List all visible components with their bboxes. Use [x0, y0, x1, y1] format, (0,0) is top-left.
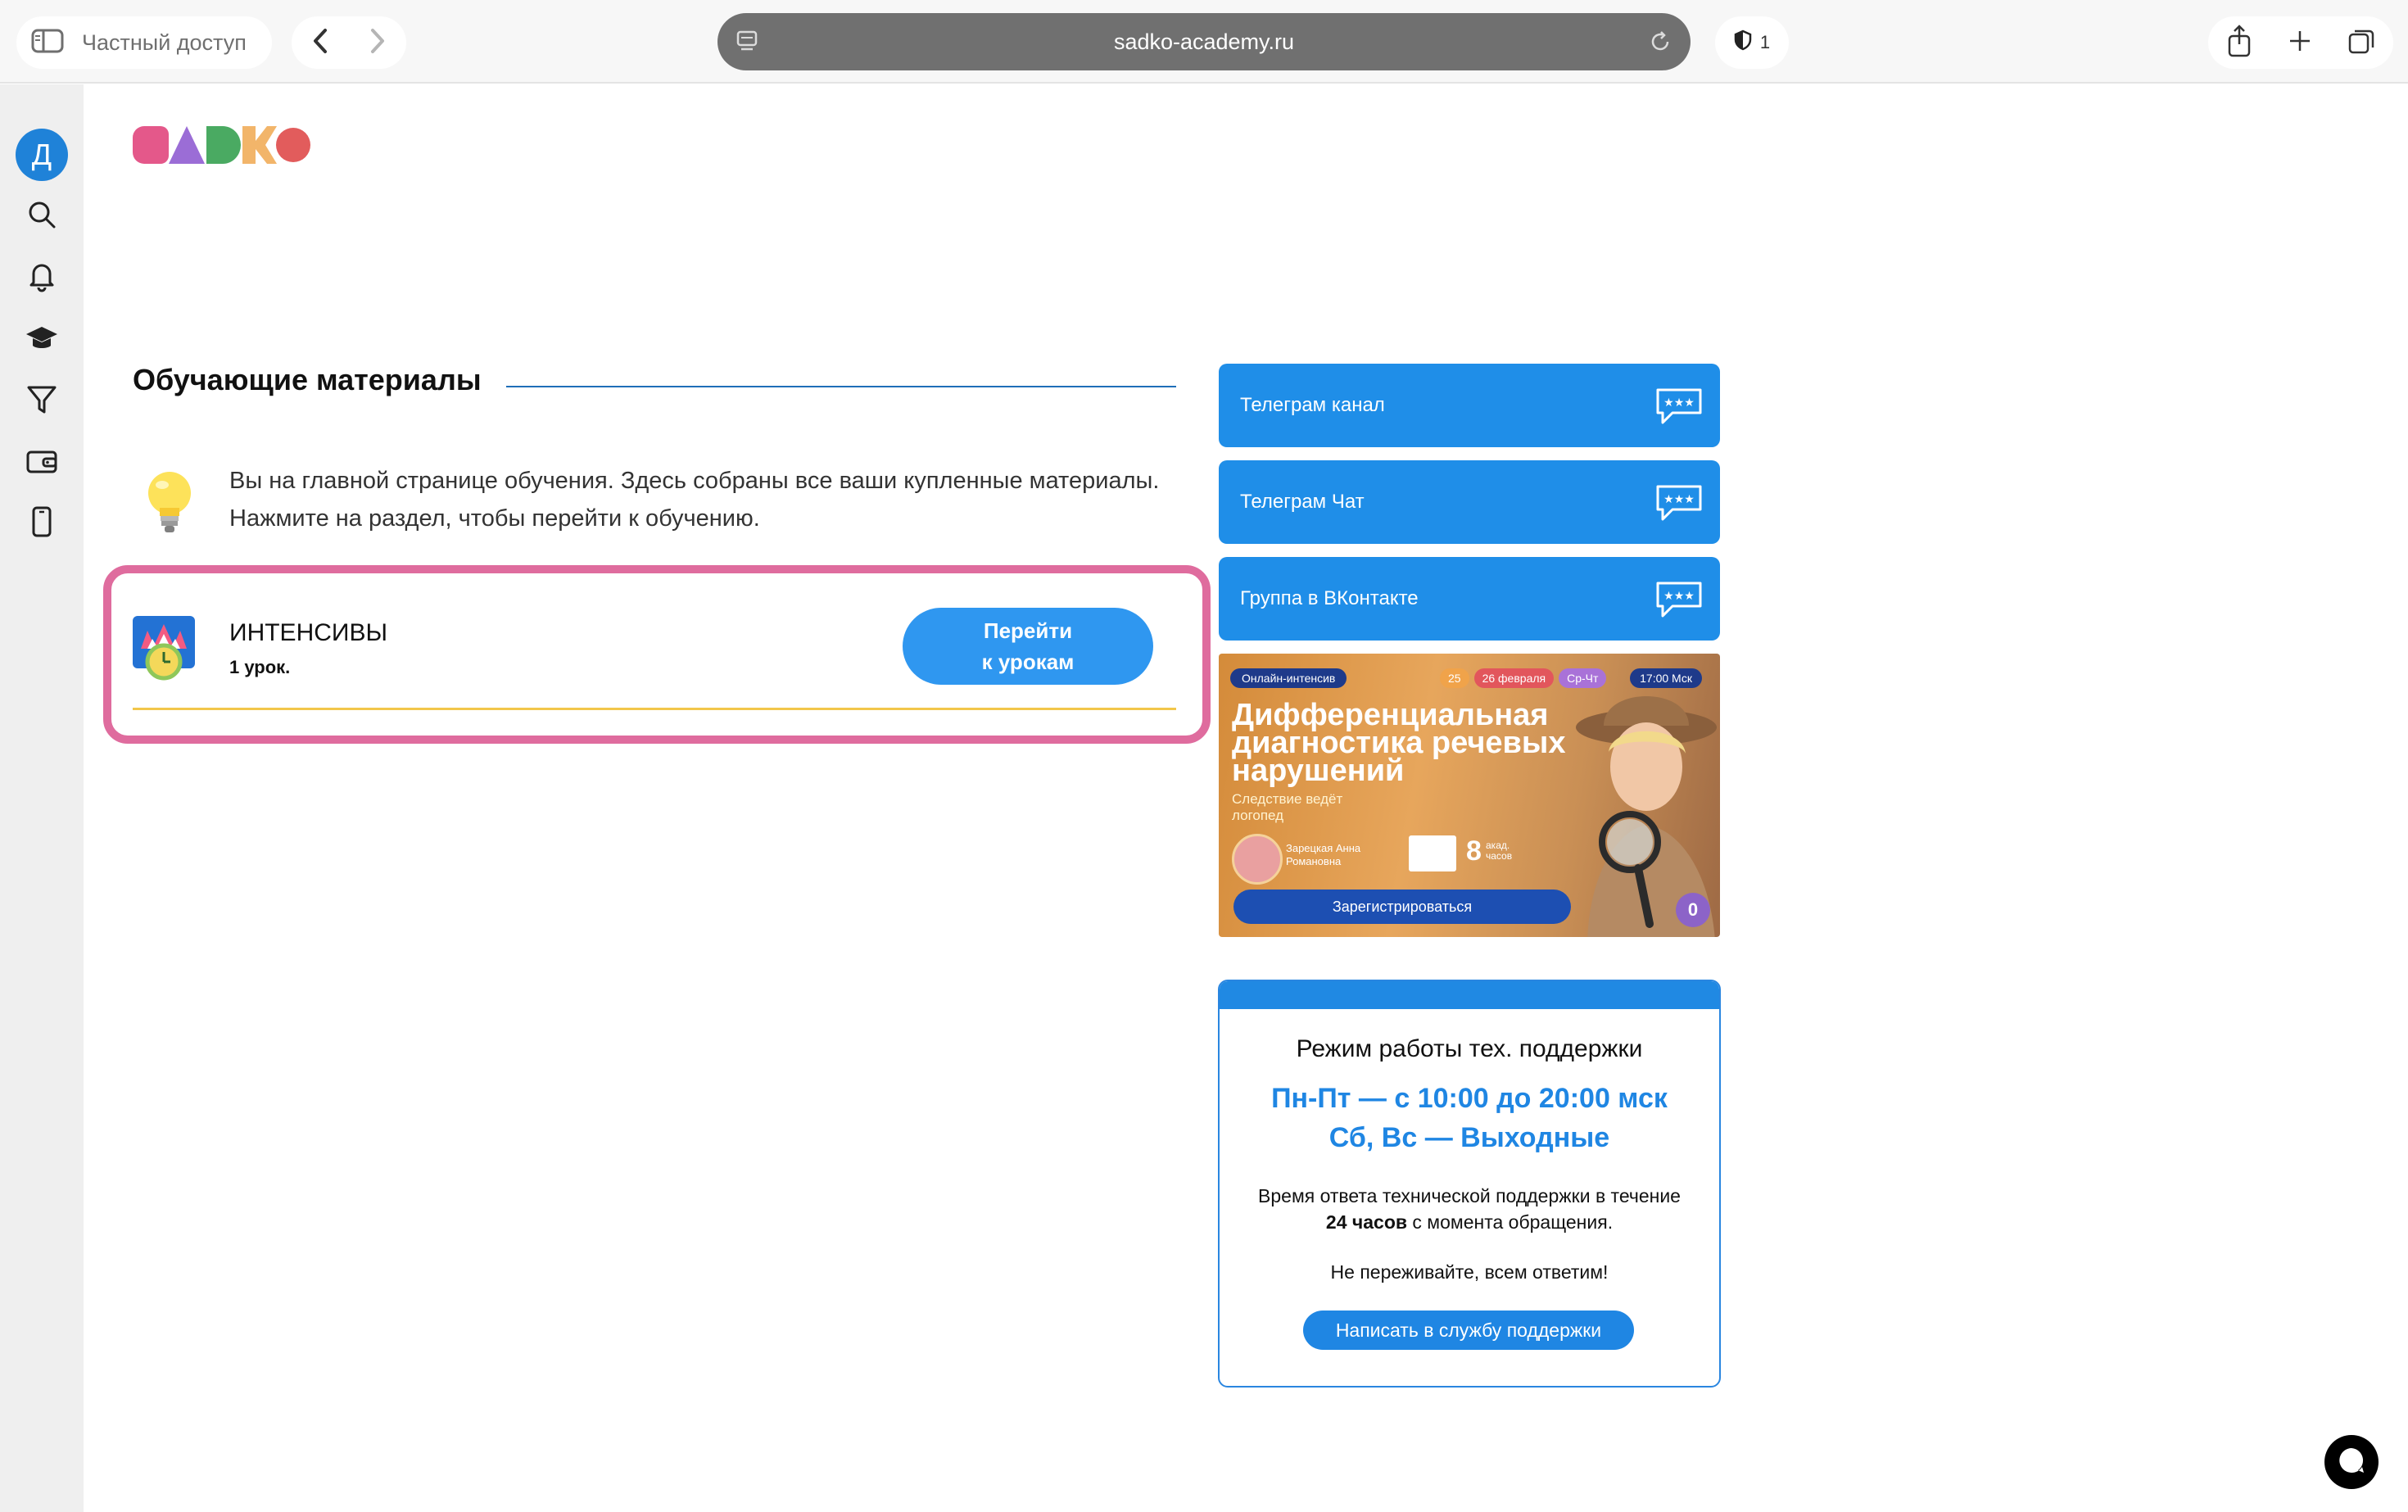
- navigation-buttons: [292, 16, 406, 69]
- phone-icon[interactable]: [21, 501, 62, 542]
- svg-text:★★★: ★★★: [1663, 396, 1695, 410]
- wallet-icon[interactable]: [21, 441, 62, 482]
- intensives-course-icon: [133, 616, 195, 686]
- banner-tag: Онлайн-интенсив: [1230, 668, 1347, 688]
- shield-icon: [1734, 29, 1752, 56]
- page-title: Обучающие материалы: [133, 363, 482, 396]
- title-divider: [506, 386, 1176, 387]
- banner-headline: Дифференциальная диагностика речевых нар…: [1232, 698, 1566, 788]
- banner-date-day2: 26 февраля: [1473, 668, 1555, 688]
- sidebar-toggle-icon: [31, 29, 64, 57]
- forward-icon[interactable]: [368, 27, 387, 59]
- chat-bubble-icon: ★★★: [1654, 387, 1704, 432]
- support-title: Режим работы тех. поддержки: [1296, 1035, 1643, 1062]
- private-mode-label: Частный доступ: [82, 29, 247, 55]
- support-weekday-hours: Пн-Пт — с 10:00 до 20:00 мск: [1271, 1083, 1668, 1114]
- support-hours-card: Режим работы тех. поддержки Пн-Пт — с 10…: [1218, 980, 1721, 1388]
- chat-bubble-icon: ★★★: [1654, 580, 1704, 625]
- response-bold: 24 часов: [1325, 1211, 1408, 1233]
- support-response-text: Время ответа технической поддержки в теч…: [1236, 1183, 1703, 1235]
- url-text: sadko-academy.ru: [1113, 29, 1295, 54]
- banner-hours-label: акад. часов: [1486, 840, 1513, 862]
- bell-icon[interactable]: [21, 256, 62, 297]
- svg-text:★★★: ★★★: [1663, 493, 1695, 506]
- app-sidebar: [0, 84, 84, 1512]
- chat-bubble-icon: ★★★: [1654, 483, 1704, 528]
- social-button-label: Телеграм Чат: [1240, 491, 1365, 513]
- sidebar-toggle-button[interactable]: Частный доступ: [16, 16, 272, 69]
- certificate-icon: [1409, 835, 1456, 871]
- social-button-label: Телеграм канал: [1240, 394, 1385, 416]
- promo-banner[interactable]: Онлайн-интенсив 25 26 февраля Ср-Чт 17:0…: [1219, 654, 1720, 937]
- funnel-icon[interactable]: [21, 379, 62, 420]
- back-icon[interactable]: [310, 27, 330, 59]
- go-button-line1: Перейти: [983, 618, 1073, 643]
- privacy-count: 1: [1759, 32, 1771, 52]
- privacy-report-button[interactable]: 1: [1715, 16, 1789, 69]
- banner-author: Зарецкая Анна Романовна: [1286, 842, 1361, 867]
- telegram-channel-button[interactable]: Телеграм канал ★★★: [1219, 364, 1720, 447]
- telegram-chat-button[interactable]: Телеграм Чат ★★★: [1219, 460, 1720, 544]
- course-title[interactable]: ИНТЕНСИВЫ: [229, 619, 387, 647]
- intro-text: Вы на главной странице обучения. Здесь с…: [229, 468, 1160, 532]
- banner-age-badge: 0: [1676, 893, 1710, 927]
- new-tab-icon[interactable]: [2288, 29, 2312, 57]
- banner-hours-number: 8: [1466, 835, 1482, 867]
- response-pre: Время ответа технической поддержки в теч…: [1258, 1185, 1681, 1206]
- svg-text:★★★: ★★★: [1663, 590, 1695, 603]
- card-divider: [133, 708, 1176, 710]
- support-card-header-bar: [1220, 981, 1719, 1009]
- vkontakte-group-button[interactable]: Группа в ВКонтакте ★★★: [1219, 557, 1720, 641]
- contact-support-button[interactable]: Написать в службу поддержки: [1303, 1311, 1634, 1350]
- tabs-overview-icon[interactable]: [2347, 27, 2375, 59]
- lesson-count: 1 урок.: [229, 657, 291, 677]
- browser-toolbar: Частный доступ sadko-academy.ru 1: [0, 0, 2408, 84]
- address-bar[interactable]: sadko-academy.ru: [717, 13, 1691, 70]
- go-to-lessons-button[interactable]: Перейти к урокам: [903, 608, 1153, 685]
- share-icon[interactable]: [2226, 24, 2252, 61]
- chat-widget-button[interactable]: [2324, 1435, 2379, 1489]
- banner-date-day1: 25: [1440, 668, 1469, 688]
- browser-actions: [2208, 16, 2393, 69]
- support-weekend-hours: Сб, Вс — Выходные: [1328, 1122, 1610, 1153]
- support-calm-text: Не переживайте, всем ответим!: [1330, 1261, 1609, 1283]
- author-photo: [1232, 834, 1283, 885]
- banner-subline: Следствие ведёт логопед: [1232, 791, 1343, 823]
- reload-icon[interactable]: [1648, 29, 1672, 58]
- chat-icon: [2337, 1446, 2366, 1479]
- response-post: с момента обращения.: [1412, 1211, 1614, 1233]
- sadko-logo[interactable]: [133, 126, 311, 168]
- graduation-cap-icon[interactable]: [21, 318, 62, 359]
- user-avatar[interactable]: Д: [16, 129, 68, 181]
- lightbulb-icon: [141, 469, 198, 541]
- social-button-label: Группа в ВКонтакте: [1240, 587, 1419, 609]
- search-icon[interactable]: [21, 194, 62, 235]
- go-button-line2: к урокам: [981, 650, 1075, 674]
- register-button[interactable]: Зарегистрироваться: [1233, 890, 1571, 924]
